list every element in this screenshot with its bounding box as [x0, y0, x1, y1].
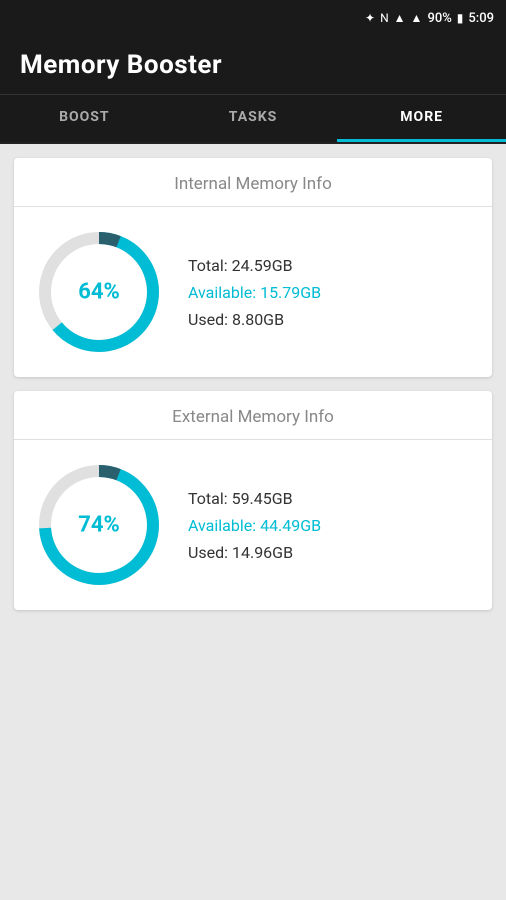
external-donut-container: 74% [34, 460, 164, 590]
tab-tasks[interactable]: TASKS [169, 95, 338, 142]
external-percent-label: 74% [78, 513, 120, 538]
wifi-icon: ▲ [394, 11, 406, 25]
internal-donut-container: 64% [34, 227, 164, 357]
internal-divider [14, 206, 492, 207]
app-header: Memory Booster [0, 36, 506, 95]
internal-percent-label: 64% [78, 280, 120, 305]
battery-text: 90% [427, 11, 451, 26]
external-memory-card: External Memory Info 74% Total: 59.45GB … [14, 391, 492, 610]
external-divider [14, 439, 492, 440]
signal-icon: ▲ [411, 11, 423, 25]
internal-available: Available: 15.79GB [188, 283, 321, 302]
external-available: Available: 44.49GB [188, 516, 321, 535]
battery-icon: ▮ [457, 11, 464, 25]
main-content: Internal Memory Info 64% Total: 24.59GB … [0, 144, 506, 624]
tab-bar: BOOST TASKS MORE [0, 95, 506, 144]
tab-more[interactable]: MORE [337, 95, 506, 142]
app-title: Memory Booster [20, 50, 222, 80]
external-memory-info: Total: 59.45GB Available: 44.49GB Used: … [188, 489, 321, 562]
bluetooth-icon: ✦ [365, 11, 375, 25]
internal-memory-info: Total: 24.59GB Available: 15.79GB Used: … [188, 256, 321, 329]
internal-used: Used: 8.80GB [188, 310, 321, 329]
tab-boost[interactable]: BOOST [0, 95, 169, 142]
status-icons: ✦ N ▲ ▲ 90% ▮ 5:09 [365, 11, 494, 26]
internal-card-title: Internal Memory Info [14, 158, 492, 206]
external-used: Used: 14.96GB [188, 543, 321, 562]
external-card-title: External Memory Info [14, 391, 492, 439]
external-card-body: 74% Total: 59.45GB Available: 44.49GB Us… [14, 460, 492, 590]
status-bar: ✦ N ▲ ▲ 90% ▮ 5:09 [0, 0, 506, 36]
internal-card-body: 64% Total: 24.59GB Available: 15.79GB Us… [14, 227, 492, 357]
time-text: 5:09 [468, 11, 494, 26]
network-icon: N [380, 11, 389, 25]
internal-total: Total: 24.59GB [188, 256, 321, 275]
internal-memory-card: Internal Memory Info 64% Total: 24.59GB … [14, 158, 492, 377]
external-total: Total: 59.45GB [188, 489, 321, 508]
